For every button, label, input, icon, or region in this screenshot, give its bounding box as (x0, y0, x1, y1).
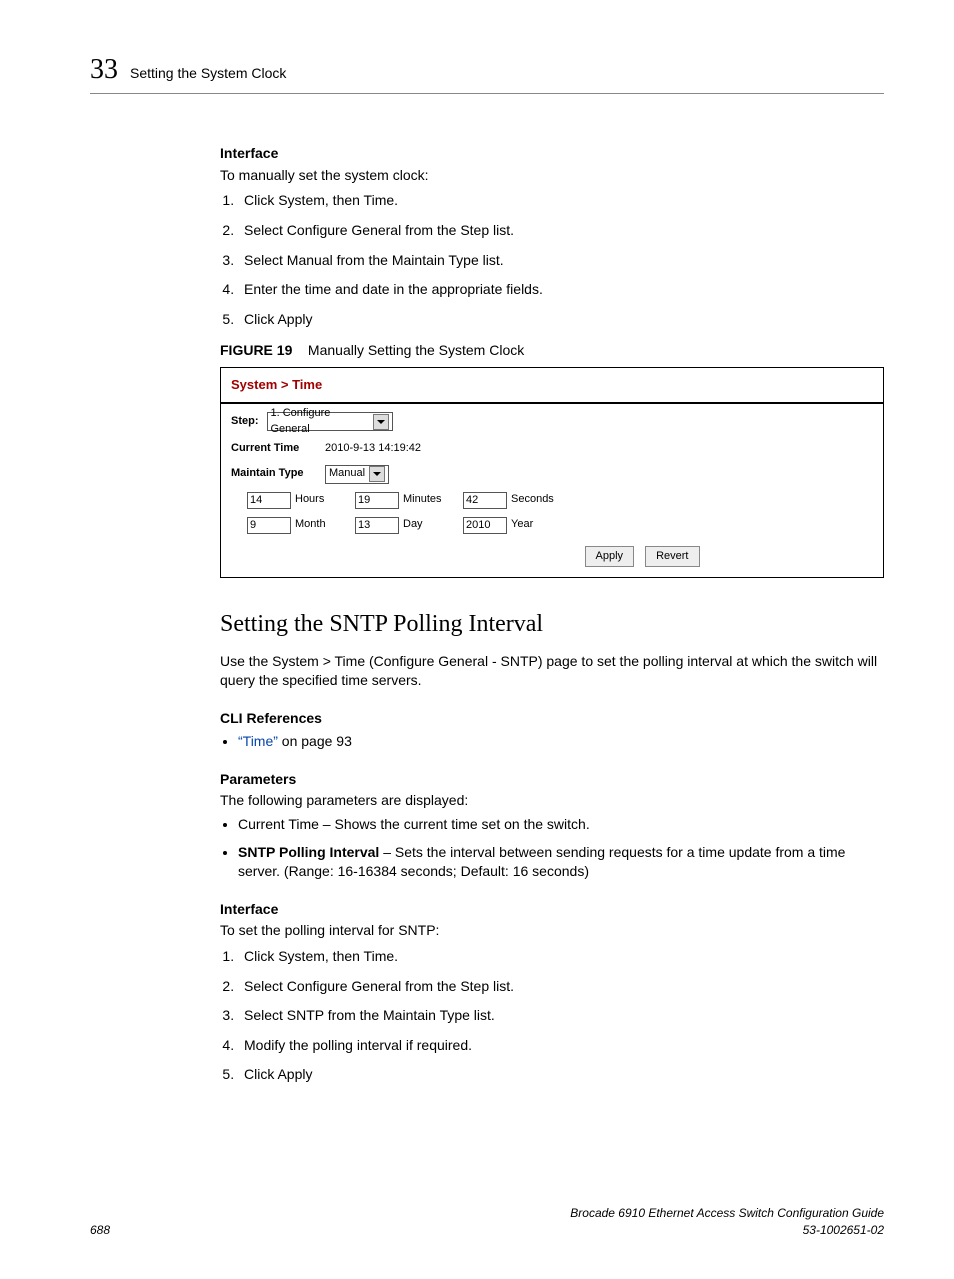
page-number: 688 (90, 1222, 110, 1239)
current-time-value: 2010-9-13 14:19:42 (325, 441, 421, 456)
interface-heading-2: Interface (220, 900, 884, 920)
book-title: Brocade 6910 Ethernet Access Switch Conf… (570, 1206, 884, 1220)
step-label: Step: (231, 414, 259, 429)
interface-steps-list-2: Click System, then Time. Select Configur… (220, 947, 884, 1085)
cli-link-suffix: on page 93 (278, 733, 352, 749)
revert-button[interactable]: Revert (645, 546, 699, 567)
month-label: Month (295, 517, 341, 532)
screenshot-panel: System > Time Step: 1. Configure General… (220, 367, 884, 578)
interface-intro-2: To set the polling interval for SNTP: (220, 921, 884, 941)
parameters-heading: Parameters (220, 770, 884, 790)
hours-label: Hours (295, 492, 341, 507)
list-item: Enter the time and date in the appropria… (238, 280, 884, 300)
apply-button[interactable]: Apply (585, 546, 635, 567)
list-item: Click System, then Time. (238, 191, 884, 211)
chapter-title: Setting the System Clock (130, 64, 286, 84)
step-select-value: 1. Configure General (271, 406, 370, 437)
parameter-item: SNTP Polling Interval – Sets the interva… (238, 843, 884, 882)
seconds-label: Seconds (511, 492, 557, 507)
day-input[interactable]: 13 (355, 517, 399, 534)
minutes-input[interactable]: 19 (355, 492, 399, 509)
year-label: Year (511, 517, 557, 532)
list-item: Click Apply (238, 1065, 884, 1085)
list-item: Modify the polling interval if required. (238, 1036, 884, 1056)
list-item: Select SNTP from the Maintain Type list. (238, 1006, 884, 1026)
step-select[interactable]: 1. Configure General (267, 412, 393, 431)
figure-caption: FIGURE 19 Manually Setting the System Cl… (220, 341, 884, 361)
breadcrumb: System > Time (221, 368, 883, 403)
maintain-type-value: Manual (329, 466, 365, 481)
list-item: Select Configure General from the Step l… (238, 977, 884, 997)
hours-input[interactable]: 14 (247, 492, 291, 509)
list-item: Click System, then Time. (238, 947, 884, 967)
cli-reference-item: “Time” on page 93 (238, 732, 884, 752)
list-item: Select Configure General from the Step l… (238, 221, 884, 241)
page-footer: 688 Brocade 6910 Ethernet Access Switch … (90, 1205, 884, 1239)
year-input[interactable]: 2010 (463, 517, 507, 534)
list-item: Select Manual from the Maintain Type lis… (238, 251, 884, 271)
interface-steps-list: Click System, then Time. Select Configur… (220, 191, 884, 329)
interface-heading: Interface (220, 144, 884, 164)
parameters-intro: The following parameters are displayed: (220, 791, 884, 811)
chapter-number: 33 (90, 50, 118, 89)
dropdown-arrow-icon (373, 414, 389, 430)
maintain-type-label: Maintain Type (231, 466, 325, 481)
list-item: Click Apply (238, 310, 884, 330)
interface-intro: To manually set the system clock: (220, 166, 884, 186)
figure-label: FIGURE 19 (220, 342, 292, 358)
current-time-label: Current Time (231, 441, 325, 456)
page-header: 33 Setting the System Clock (90, 50, 884, 94)
section-heading-sntp: Setting the SNTP Polling Interval (220, 608, 884, 642)
seconds-input[interactable]: 42 (463, 492, 507, 509)
maintain-type-select[interactable]: Manual (325, 465, 389, 484)
day-label: Day (403, 517, 449, 532)
time-link[interactable]: “Time” (238, 733, 278, 749)
month-input[interactable]: 9 (247, 517, 291, 534)
sntp-intro: Use the System > Time (Configure General… (220, 652, 884, 691)
dropdown-arrow-icon (369, 466, 385, 482)
parameter-item: Current Time – Shows the current time se… (238, 815, 884, 835)
cli-references-heading: CLI References (220, 709, 884, 729)
minutes-label: Minutes (403, 492, 449, 507)
figure-title: Manually Setting the System Clock (308, 342, 524, 358)
